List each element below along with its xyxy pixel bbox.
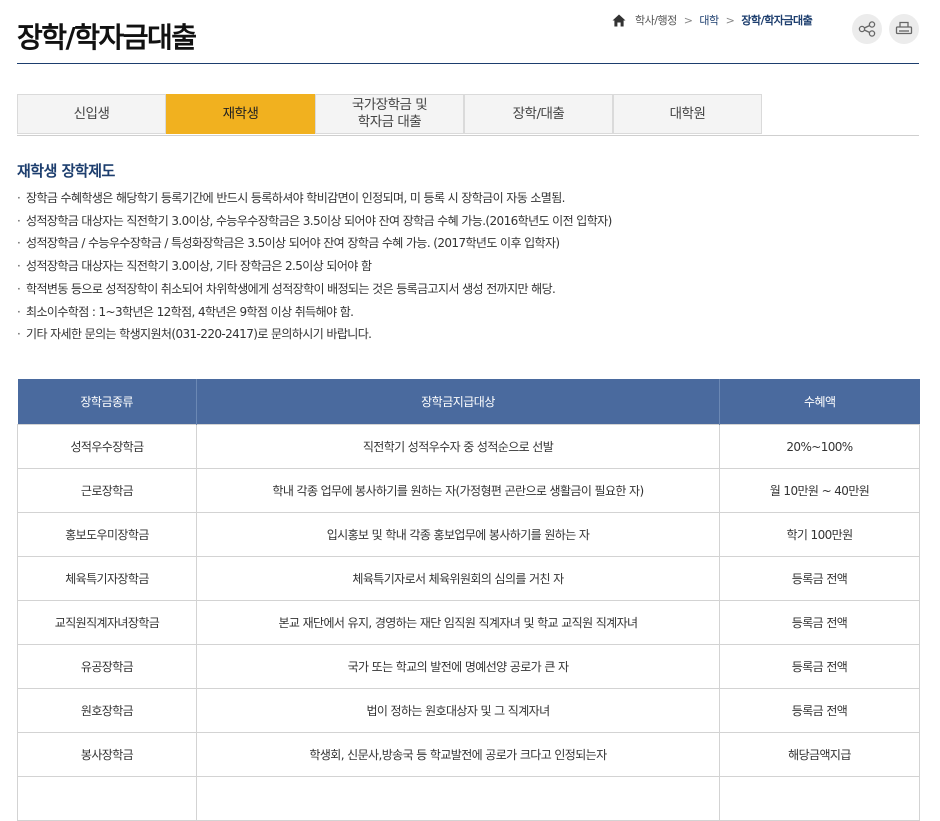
eligibility-cell: 체육특기자로서 체육위원회의 심의를 거친 자 xyxy=(196,556,720,601)
scholarship-type-cell: 체육특기자장학금 xyxy=(17,556,197,601)
table-row xyxy=(17,776,920,821)
tab-label: 재학생 xyxy=(222,105,259,122)
eligibility-cell: 법이 정하는 원호대상자 및 그 직계자녀 xyxy=(196,688,720,733)
column-header-amount: 수혜액 xyxy=(719,379,920,425)
print-icon xyxy=(895,21,913,35)
note-item: 학적변동 등으로 성적장학이 취소되어 차위학생에게 성적장학이 배정되는 것은… xyxy=(17,278,917,301)
section-title: 재학생 장학제도 xyxy=(17,162,115,180)
tab-label: 신입생 xyxy=(73,105,110,122)
chevron-right-icon: > xyxy=(725,13,735,27)
eligibility-cell: 국가 또는 학교의 발전에 명예선양 공로가 큰 자 xyxy=(196,644,720,689)
scholarship-type-cell: 원호장학금 xyxy=(17,688,197,733)
title-divider xyxy=(17,63,919,64)
amount-cell: 등록금 전액 xyxy=(719,600,920,645)
table-row: 성적우수장학금 직전학기 성적우수자 중 성적순으로 선발 20%~100% xyxy=(17,424,920,469)
home-icon[interactable] xyxy=(612,14,626,27)
scholarship-type-cell: 교직원직계자녀장학금 xyxy=(17,600,197,645)
amount-cell: 20%~100% xyxy=(719,424,920,469)
tab-label: 국가장학금 및 학자금 대출 xyxy=(351,97,428,130)
eligibility-cell: 학내 각종 업무에 봉사하기를 원하는 자(가정형편 곤란으로 생활금이 필요한… xyxy=(196,468,720,513)
tab-national-scholarship[interactable]: 국가장학금 및 학자금 대출 xyxy=(315,94,464,134)
page-title: 장학/학자금대출 xyxy=(17,21,197,54)
print-button[interactable] xyxy=(889,14,919,44)
column-header-eligibility: 장학금지급대상 xyxy=(196,379,720,425)
scholarship-type-cell: 홍보도우미장학금 xyxy=(17,512,197,557)
tab-freshman[interactable]: 신입생 xyxy=(17,94,166,134)
breadcrumb: 학사/행정 > 대학 > 장학/학자금대출 xyxy=(612,12,813,28)
note-item: 최소이수학점 : 1~3학년은 12학점, 4학년은 9학점 이상 취득해야 함… xyxy=(17,301,917,324)
table-row: 체육특기자장학금 체육특기자로서 체육위원회의 심의를 거친 자 등록금 전액 xyxy=(17,556,920,601)
tab-scholarship-loan[interactable]: 장학/대출 xyxy=(464,94,613,134)
table-row: 홍보도우미장학금 입시홍보 및 학내 각종 홍보업무에 봉사하기를 원하는 자 … xyxy=(17,512,920,557)
table-row: 봉사장학금 학생회, 신문사,방송국 등 학교발전에 공로가 크다고 인정되는자… xyxy=(17,732,920,777)
note-item: 장학금 수혜학생은 해당학기 등록기간에 반드시 등록하셔야 학비감면이 인정되… xyxy=(17,187,917,210)
share-button[interactable] xyxy=(852,14,882,44)
tab-bar: 신입생 재학생 국가장학금 및 학자금 대출 장학/대출 대학원 xyxy=(17,94,919,136)
table-row: 유공장학금 국가 또는 학교의 발전에 명예선양 공로가 큰 자 등록금 전액 xyxy=(17,644,920,689)
eligibility-cell: 본교 재단에서 유지, 경영하는 재단 임직원 직계자녀 및 학교 교직원 직계… xyxy=(196,600,720,645)
breadcrumb-item-university[interactable]: 대학 xyxy=(699,12,719,28)
scholarship-type-cell xyxy=(17,776,197,821)
scholarship-type-cell: 근로장학금 xyxy=(17,468,197,513)
note-item: 성적장학금 / 수능우수장학금 / 특성화장학금은 3.5이상 되어야 잔여 장… xyxy=(17,232,917,255)
amount-cell: 학기 100만원 xyxy=(719,512,920,557)
tab-label: 장학/대출 xyxy=(512,105,565,122)
scholarship-type-cell: 봉사장학금 xyxy=(17,732,197,777)
table-row: 원호장학금 법이 정하는 원호대상자 및 그 직계자녀 등록금 전액 xyxy=(17,688,920,733)
amount-cell: 등록금 전액 xyxy=(719,688,920,733)
amount-cell: 월 10만원 ~ 40만원 xyxy=(719,468,920,513)
amount-cell xyxy=(719,776,920,821)
amount-cell: 등록금 전액 xyxy=(719,556,920,601)
chevron-right-icon: > xyxy=(683,13,693,27)
page: 장학/학자금대출 학사/행정 > 대학 > 장학/학자금대출 신입생 재학생 국… xyxy=(0,0,940,821)
scholarship-table-wrapper: 장학금종류 장학금지급대상 수혜액 성적우수장학금 직전학기 성적우수자 중 성… xyxy=(17,379,920,821)
scholarship-type-cell: 유공장학금 xyxy=(17,644,197,689)
table-row: 근로장학금 학내 각종 업무에 봉사하기를 원하는 자(가정형편 곤란으로 생활… xyxy=(17,468,920,513)
note-item: 성적장학금 대상자는 직전학기 3.0이상, 수능우수장학금은 3.5이상 되어… xyxy=(17,210,917,233)
eligibility-cell xyxy=(196,776,720,821)
tab-label: 대학원 xyxy=(669,105,706,122)
scholarship-type-cell: 성적우수장학금 xyxy=(17,424,197,469)
scholarship-notes: 장학금 수혜학생은 해당학기 등록기간에 반드시 등록하셔야 학비감면이 인정되… xyxy=(17,187,917,346)
scholarship-table: 장학금종류 장학금지급대상 수혜액 성적우수장학금 직전학기 성적우수자 중 성… xyxy=(17,379,920,821)
eligibility-cell: 입시홍보 및 학내 각종 홍보업무에 봉사하기를 원하는 자 xyxy=(196,512,720,557)
eligibility-cell: 학생회, 신문사,방송국 등 학교발전에 공로가 크다고 인정되는자 xyxy=(196,732,720,777)
note-item: 기타 자세한 문의는 학생지원처(031-220-2417)로 문의하시기 바랍… xyxy=(17,323,917,346)
table-header-row: 장학금종류 장학금지급대상 수혜액 xyxy=(17,379,920,425)
share-icon xyxy=(858,21,876,37)
eligibility-cell: 직전학기 성적우수자 중 성적순으로 선발 xyxy=(196,424,720,469)
note-item: 성적장학금 대상자는 직전학기 3.0이상, 기타 장학금은 2.5이상 되어야… xyxy=(17,255,917,278)
tab-graduate[interactable]: 대학원 xyxy=(613,94,762,134)
tab-enrolled[interactable]: 재학생 xyxy=(166,94,315,134)
breadcrumb-item-academic[interactable]: 학사/행정 xyxy=(635,12,677,28)
amount-cell: 등록금 전액 xyxy=(719,644,920,689)
table-row: 교직원직계자녀장학금 본교 재단에서 유지, 경영하는 재단 임직원 직계자녀 … xyxy=(17,600,920,645)
amount-cell: 해당금액지급 xyxy=(719,732,920,777)
breadcrumb-item-current[interactable]: 장학/학자금대출 xyxy=(741,12,812,28)
column-header-type: 장학금종류 xyxy=(17,379,197,425)
